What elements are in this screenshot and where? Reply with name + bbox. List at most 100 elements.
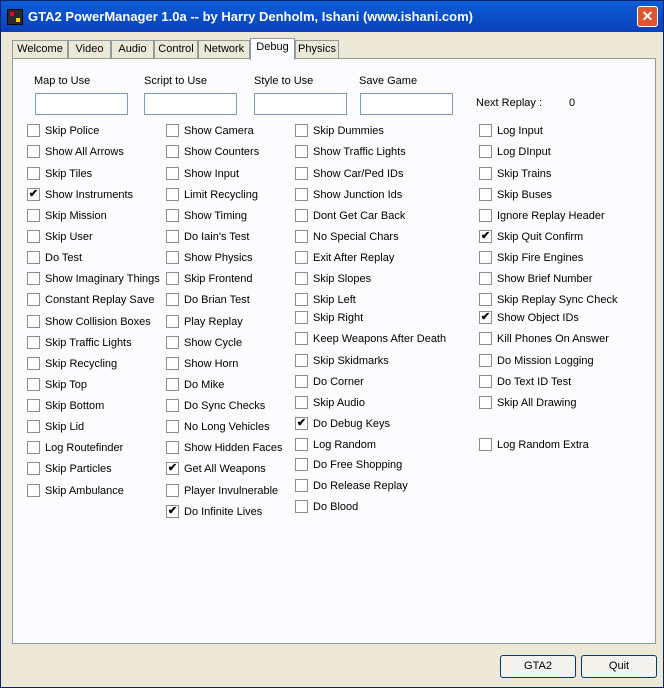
save-game-input[interactable] (360, 93, 453, 115)
checkbox[interactable] (295, 438, 308, 451)
checkbox[interactable] (295, 375, 308, 388)
checkbox[interactable]: ✔ (166, 462, 179, 475)
checkbox[interactable] (27, 441, 40, 454)
checkbox[interactable] (27, 251, 40, 264)
checkbox[interactable]: ✔ (27, 188, 40, 201)
option-label: Skip Quit Confirm (497, 231, 584, 243)
script-input[interactable] (144, 93, 237, 115)
checkbox[interactable] (479, 124, 492, 137)
option-label: Show Collision Boxes (45, 316, 151, 328)
checkbox[interactable] (27, 420, 40, 433)
checkbox[interactable] (27, 272, 40, 285)
checkbox[interactable] (295, 311, 308, 324)
tab-network[interactable]: Network (198, 40, 250, 59)
checkbox[interactable] (27, 315, 40, 328)
checkbox[interactable] (479, 272, 492, 285)
checkbox[interactable]: ✔ (295, 417, 308, 430)
checkbox[interactable] (295, 396, 308, 409)
style-input[interactable] (254, 93, 347, 115)
checkbox[interactable] (27, 357, 40, 370)
checkbox[interactable]: ✔ (166, 505, 179, 518)
checkbox[interactable] (479, 375, 492, 388)
checkbox[interactable] (295, 272, 308, 285)
checkbox[interactable] (27, 399, 40, 412)
option-label: Show Horn (184, 358, 239, 370)
tab-control[interactable]: Control (154, 40, 198, 59)
checkbox[interactable] (27, 209, 40, 222)
checkbox[interactable] (479, 293, 492, 306)
checkbox[interactable] (479, 145, 492, 158)
checkbox[interactable] (166, 293, 179, 306)
checkbox[interactable] (166, 441, 179, 454)
checkbox[interactable] (295, 167, 308, 180)
checkbox[interactable] (27, 378, 40, 391)
tab-audio[interactable]: Audio (111, 40, 154, 59)
checkbox[interactable] (479, 167, 492, 180)
checkbox[interactable] (166, 399, 179, 412)
option-label: Skip Lid (45, 421, 85, 433)
checkbox[interactable] (295, 209, 308, 222)
option-label: Show Input (184, 168, 240, 180)
gta2-button[interactable]: GTA2 (500, 655, 576, 678)
checkbox[interactable] (166, 357, 179, 370)
checkbox[interactable] (479, 332, 492, 345)
checkbox[interactable]: ✔ (479, 230, 492, 243)
checkbox[interactable] (295, 145, 308, 158)
checkbox[interactable] (27, 462, 40, 475)
option-label: Show Brief Number (497, 273, 593, 285)
checkbox[interactable] (295, 124, 308, 137)
checkbox[interactable] (166, 272, 179, 285)
checkbox[interactable] (166, 484, 179, 497)
checkbox[interactable] (166, 336, 179, 349)
checkbox[interactable] (295, 479, 308, 492)
next-replay-label: Next Replay : (476, 97, 543, 109)
tab-physics[interactable]: Physics (295, 40, 339, 59)
checkbox[interactable] (295, 251, 308, 264)
title-bar[interactable]: GTA2 PowerManager 1.0a -- by Harry Denho… (1, 1, 663, 32)
checkbox[interactable] (27, 230, 40, 243)
checkbox[interactable] (166, 167, 179, 180)
checkbox[interactable] (295, 332, 308, 345)
checkbox[interactable] (295, 458, 308, 471)
checkbox[interactable] (295, 230, 308, 243)
checkbox[interactable] (27, 293, 40, 306)
checkbox[interactable] (27, 484, 40, 497)
app-icon (7, 9, 23, 25)
tab-debug[interactable]: Debug (250, 38, 295, 60)
checkbox[interactable] (166, 315, 179, 328)
checkbox[interactable] (479, 438, 492, 451)
tab-welcome[interactable]: Welcome (12, 40, 68, 59)
tab-video[interactable]: Video (68, 40, 111, 59)
checkbox[interactable] (166, 145, 179, 158)
checkbox[interactable] (27, 145, 40, 158)
checkbox[interactable] (166, 209, 179, 222)
option-label: Skip Ambulance (45, 485, 124, 497)
checkbox[interactable] (479, 209, 492, 222)
checkbox[interactable] (295, 293, 308, 306)
close-button[interactable]: ✕ (637, 6, 658, 27)
checkbox[interactable] (295, 500, 308, 513)
checkbox[interactable] (479, 251, 492, 264)
map-input[interactable] (35, 93, 128, 115)
quit-button[interactable]: Quit (581, 655, 657, 678)
checkbox[interactable] (295, 354, 308, 367)
checkbox[interactable] (166, 378, 179, 391)
option-label: Do Brian Test (184, 294, 250, 306)
checkbox[interactable] (166, 124, 179, 137)
checkbox[interactable] (166, 420, 179, 433)
checkbox[interactable] (166, 251, 179, 264)
checkbox[interactable] (27, 167, 40, 180)
option-label: Skip Frontend (184, 273, 253, 285)
checkbox[interactable]: ✔ (479, 311, 492, 324)
checkbox[interactable] (27, 336, 40, 349)
checkbox[interactable] (479, 188, 492, 201)
option-label: Skip Slopes (313, 273, 372, 285)
checkbox[interactable] (295, 188, 308, 201)
checkbox[interactable] (166, 230, 179, 243)
checkbox[interactable] (479, 396, 492, 409)
option-label: Skip Trains (497, 168, 552, 180)
checkbox[interactable] (27, 124, 40, 137)
checkbox[interactable] (166, 188, 179, 201)
checkbox[interactable] (479, 354, 492, 367)
option-label: Show Car/Ped IDs (313, 168, 404, 180)
